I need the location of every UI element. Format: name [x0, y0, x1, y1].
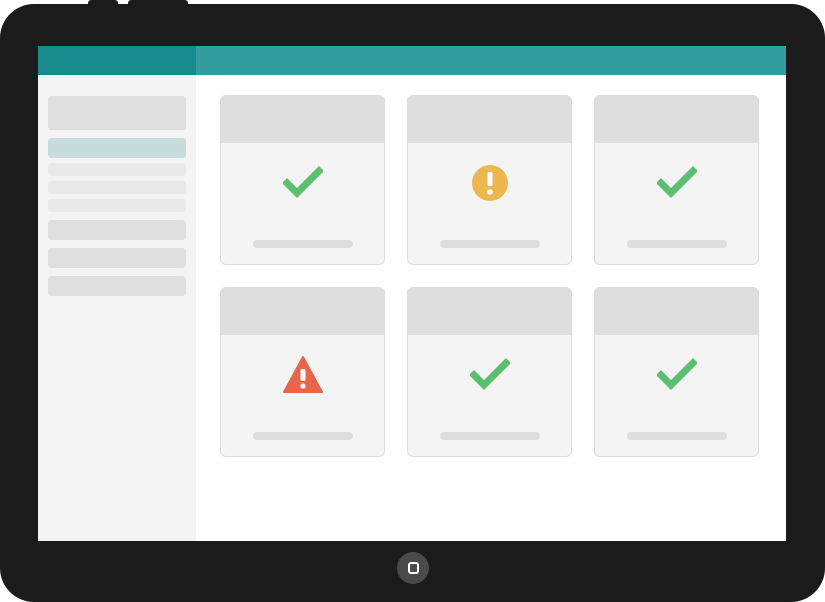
- sidebar-item-active[interactable]: [48, 138, 186, 158]
- sidebar-item[interactable]: [48, 248, 186, 268]
- sidebar-header: [48, 96, 186, 130]
- sidebar-subitem[interactable]: [48, 199, 186, 212]
- status-card-ok[interactable]: [220, 95, 385, 265]
- checkmark-icon: [656, 163, 697, 203]
- card-caption: [253, 240, 353, 248]
- sidebar-subitem[interactable]: [48, 163, 186, 176]
- sidebar-item[interactable]: [48, 276, 186, 296]
- card-caption: [253, 432, 353, 440]
- home-button[interactable]: [397, 552, 429, 584]
- checkmark-icon: [469, 355, 510, 395]
- warning-triangle-icon: [282, 355, 323, 395]
- top-bar: [38, 46, 786, 75]
- card-header: [595, 96, 758, 143]
- card-caption: [627, 240, 727, 248]
- checkmark-icon: [656, 355, 697, 395]
- brand-area[interactable]: [38, 46, 196, 75]
- status-card-warning[interactable]: [407, 95, 572, 265]
- tablet-frame: [0, 4, 825, 602]
- exclamation-circle-icon: [470, 163, 510, 203]
- card-title: [221, 96, 222, 97]
- card-header: [408, 288, 571, 335]
- status-card-error[interactable]: [220, 287, 385, 457]
- card-header: [408, 96, 571, 143]
- status-card-ok[interactable]: [594, 287, 759, 457]
- card-title: [408, 288, 409, 289]
- card-caption: [440, 240, 540, 248]
- sidebar-item[interactable]: [48, 220, 186, 240]
- card-title: [595, 96, 596, 97]
- checkmark-icon: [282, 163, 323, 203]
- status-card-ok[interactable]: [407, 287, 572, 457]
- card-header: [221, 96, 384, 143]
- card-caption: [440, 432, 540, 440]
- card-caption: [627, 432, 727, 440]
- screen: [38, 46, 786, 541]
- card-title: [221, 288, 222, 289]
- card-title: [408, 96, 409, 97]
- card-title: [595, 288, 596, 289]
- sidebar-subitem[interactable]: [48, 181, 186, 194]
- card-header: [221, 288, 384, 335]
- card-header: [595, 288, 758, 335]
- sidebar: [38, 75, 196, 541]
- status-card-ok[interactable]: [594, 95, 759, 265]
